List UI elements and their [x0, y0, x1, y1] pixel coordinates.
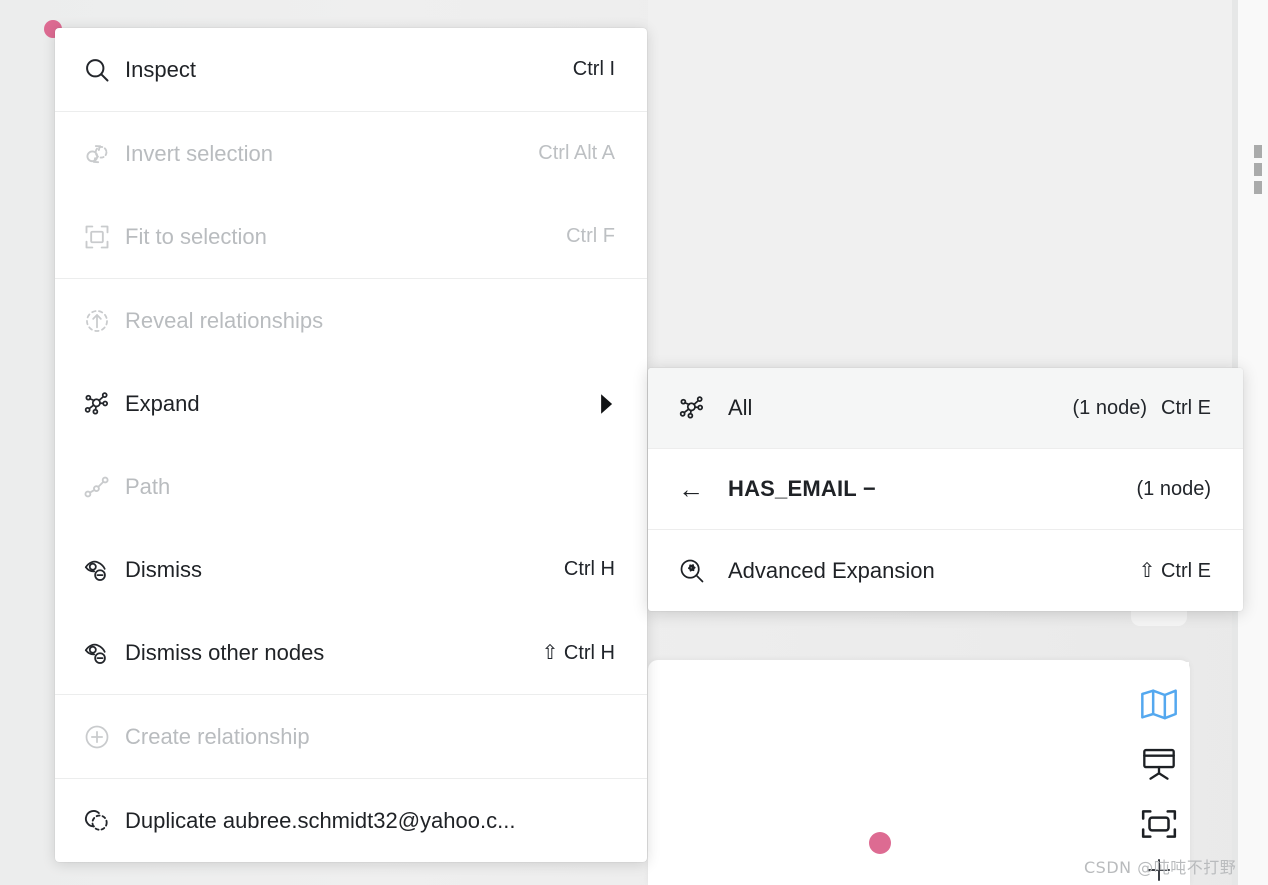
menu-item-shortcut: Ctrl Alt A — [538, 142, 615, 164]
menu-item-label: Dismiss — [125, 556, 202, 582]
context-menu-group: Create relationship — [55, 694, 647, 778]
dismiss-eye-icon — [83, 639, 125, 667]
submenu-item-shortcut: ⇧ Ctrl E — [1138, 560, 1211, 582]
menu-item-label: Expand — [125, 390, 200, 416]
advanced-expansion-icon — [678, 557, 728, 585]
presentation-icon — [1140, 747, 1178, 786]
app-root: ••• — [0, 0, 1268, 885]
menu-item-fit-to-selection: Fit to selection Ctrl F — [55, 195, 647, 278]
context-menu-group: Invert selection Ctrl Alt A Fit to selec… — [55, 111, 647, 278]
submenu-item-label: All — [728, 395, 753, 420]
reveal-relationships-icon — [83, 307, 125, 335]
expand-submenu: All (1 node) Ctrl E ← HAS_EMAIL − (1 nod… — [648, 368, 1243, 611]
menu-item-shortcut: Ctrl I — [572, 58, 615, 80]
menu-item-label: Duplicate aubree.schmidt32@yahoo.c... — [125, 807, 516, 833]
menu-item-shortcut: Ctrl H — [563, 558, 615, 580]
menu-item-label: Inspect — [125, 56, 196, 82]
menu-item-label: Dismiss other nodes — [125, 639, 325, 665]
node-context-menu: Inspect Ctrl I Invert selection Ctrl Alt… — [55, 28, 647, 862]
menu-item-path: Path — [55, 445, 647, 528]
fit-to-screen-button[interactable] — [1135, 796, 1183, 856]
chevron-right-icon — [597, 393, 615, 415]
menu-item-label: Invert selection — [125, 140, 273, 166]
context-menu-group: Reveal relationships Expand Path Dismiss… — [55, 278, 647, 694]
submenu-item-label: HAS_EMAIL − — [728, 476, 876, 501]
view-toolbar — [1129, 662, 1189, 856]
canvas-lower-panel — [648, 660, 1190, 885]
submenu-item-has-email[interactable]: ← HAS_EMAIL − (1 node) — [648, 449, 1243, 530]
menu-item-expand[interactable]: Expand — [55, 362, 647, 445]
context-menu-group: Duplicate aubree.schmidt32@yahoo.c... — [55, 778, 647, 862]
submenu-item-advanced-expansion[interactable]: Advanced Expansion ⇧ Ctrl E — [648, 530, 1243, 611]
submenu-item-count: (1 node) — [1136, 477, 1212, 500]
presentation-view-button[interactable] — [1135, 736, 1183, 796]
scroll-marker — [1254, 181, 1262, 194]
menu-item-shortcut: ⇧ Ctrl H — [541, 642, 615, 664]
expand-graph-icon — [678, 394, 728, 422]
menu-item-label: Fit to selection — [125, 223, 267, 249]
duplicate-circles-icon — [83, 807, 125, 835]
submenu-item-all[interactable]: All (1 node) Ctrl E — [648, 368, 1243, 449]
context-menu-group: Inspect Ctrl I — [55, 28, 647, 111]
graph-node-secondary[interactable] — [869, 832, 891, 854]
scroll-marker — [1254, 163, 1262, 176]
arrow-left-glyph: ← — [678, 473, 704, 504]
expand-graph-icon — [83, 390, 125, 418]
fit-to-selection-icon — [83, 223, 125, 251]
menu-item-shortcut: Ctrl F — [566, 225, 615, 247]
path-icon — [83, 473, 125, 501]
search-icon — [83, 56, 125, 84]
menu-item-reveal-relationships: Reveal relationships — [55, 279, 647, 362]
plus-circle-icon — [83, 723, 125, 751]
watermark: CSDN @吨吨不打野 — [1084, 858, 1237, 877]
submenu-item-count: (1 node) — [1072, 396, 1148, 419]
scroll-marker — [1254, 145, 1262, 158]
canvas-upper-region — [648, 0, 1232, 370]
menu-item-duplicate[interactable]: Duplicate aubree.schmidt32@yahoo.c... — [55, 779, 647, 862]
invert-selection-icon — [83, 140, 125, 168]
submenu-item-shortcut: Ctrl E — [1161, 396, 1211, 419]
arrow-left-icon: ← — [678, 474, 728, 505]
menu-item-create-relationship: Create relationship — [55, 695, 647, 778]
menu-item-invert-selection: Invert selection Ctrl Alt A — [55, 112, 647, 195]
menu-item-dismiss-other-nodes[interactable]: Dismiss other nodes ⇧ Ctrl H — [55, 611, 647, 694]
menu-item-label: Reveal relationships — [125, 307, 324, 333]
menu-item-dismiss[interactable]: Dismiss Ctrl H — [55, 528, 647, 611]
dismiss-eye-icon — [83, 556, 125, 584]
fit-screen-icon — [1140, 808, 1178, 845]
menu-item-inspect[interactable]: Inspect Ctrl I — [55, 28, 647, 111]
menu-item-label: Path — [125, 473, 171, 499]
map-view-button[interactable] — [1135, 676, 1183, 736]
menu-item-label: Create relationship — [125, 723, 310, 749]
submenu-item-label: Advanced Expansion — [728, 557, 935, 583]
map-icon — [1139, 687, 1179, 726]
